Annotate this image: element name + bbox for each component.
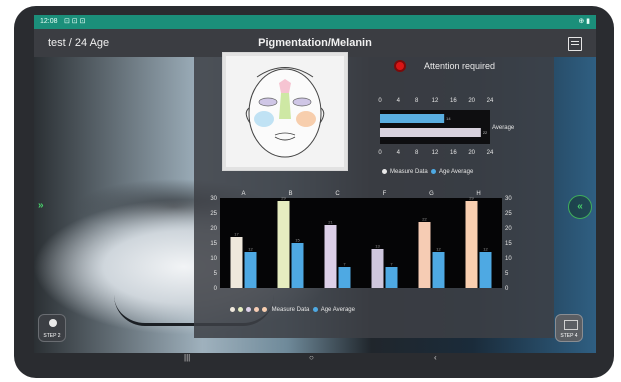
age-average-bar-5 — [479, 252, 492, 288]
summary-tick-bottom-6: 24 — [487, 150, 494, 156]
person-icon — [49, 319, 57, 327]
summary-tick-bottom-5: 20 — [468, 150, 475, 156]
category-label-3: F — [383, 191, 387, 197]
y-tick-right-2: 10 — [505, 256, 512, 262]
summary-side-label: Average — [492, 125, 515, 131]
summary-tick-top-1: 4 — [397, 98, 401, 104]
y-tick-right-3: 15 — [505, 241, 512, 247]
monitor-icon — [564, 320, 578, 330]
measure-value-label-4: 22 — [422, 217, 427, 222]
next-arrow-icon[interactable]: « — [568, 195, 592, 219]
home-icon[interactable]: ○ — [309, 353, 314, 363]
summary-tick-top-4: 16 — [450, 98, 457, 104]
age-average-bar-0 — [244, 252, 257, 288]
y-tick-right-5: 25 — [505, 211, 512, 217]
summary-tick-top-0: 0 — [378, 98, 382, 104]
measure-bar-5 — [465, 201, 478, 288]
summary-tick-bottom-4: 16 — [450, 150, 457, 156]
measure-bar-1 — [277, 201, 290, 288]
attention-indicator-icon — [394, 60, 406, 72]
previous-arrow-icon[interactable]: » — [38, 200, 44, 211]
summary-legend-measure: Measure Data — [390, 169, 428, 175]
summary-bar-1 — [380, 128, 481, 137]
status-system-icons: ⊕ ▮ — [578, 18, 590, 25]
summary-bar-0 — [380, 114, 445, 123]
back-icon[interactable]: ‹ — [434, 353, 437, 363]
status-bar: 12:08 ⊡ ⊡ ⊡ ⊕ ▮ — [34, 15, 596, 29]
category-label-2: C — [335, 191, 340, 197]
summary-tick-top-2: 8 — [415, 98, 419, 104]
measure-legend-swatch — [382, 168, 387, 174]
summary-tick-top-3: 12 — [432, 98, 439, 104]
category-label-1: B — [288, 191, 292, 197]
age-average-bar-3 — [385, 267, 398, 288]
recent-apps-icon[interactable]: ||| — [184, 353, 190, 363]
y-tick-left-6: 30 — [210, 196, 217, 202]
y-tick-left-4: 20 — [210, 226, 217, 232]
chart-legend: Measure Data Age Average — [230, 306, 355, 314]
y-tick-left-2: 10 — [210, 256, 217, 262]
summary-legend: Measure Data Age Average — [382, 168, 473, 176]
face-diagram — [222, 52, 348, 171]
age-value-label-5: 12 — [483, 247, 488, 252]
summary-legend-age: Age Average — [439, 169, 474, 175]
chart-plot-area — [220, 198, 502, 288]
summary-bar-label-1: 22 — [483, 130, 488, 135]
age-average-bar-1 — [291, 243, 304, 288]
age-value-label-1: 15 — [295, 238, 300, 243]
summary-bar-chart: 0 0 4 4 8 8 12 12 16 16 20 20 24 24 14 22 Average — [378, 98, 515, 156]
summary-tick-top-6: 24 — [487, 98, 494, 104]
measure-legend-dots-icon — [230, 306, 270, 313]
summary-tick-bottom-3: 12 — [432, 150, 439, 156]
status-notification-icons: ⊡ ⊡ ⊡ — [64, 18, 86, 25]
legend-age-label: Age Average — [320, 307, 355, 313]
step-back-button[interactable]: STEP 2 — [38, 314, 66, 342]
age-value-label-0: 12 — [248, 247, 253, 252]
y-tick-right-4: 20 — [505, 226, 512, 232]
y-tick-left-0: 0 — [214, 286, 218, 292]
measure-value-label-0: 17 — [234, 232, 239, 237]
face-map-illustration — [245, 67, 325, 158]
measure-bar-0 — [230, 237, 243, 288]
category-label-4: G — [429, 191, 434, 197]
y-tick-left-5: 25 — [210, 211, 217, 217]
summary-tick-bottom-0: 0 — [378, 150, 382, 156]
step-back-label: STEP 2 — [43, 333, 61, 339]
measure-bar-3 — [371, 249, 384, 288]
summary-tick-bottom-1: 4 — [397, 150, 401, 156]
category-label-0: A — [241, 191, 245, 197]
summary-tick-bottom-2: 8 — [415, 150, 419, 156]
step-forward-button[interactable]: STEP 4 — [555, 314, 583, 342]
category-label-5: H — [476, 191, 480, 197]
y-tick-right-1: 5 — [505, 271, 509, 277]
measure-value-label-1: 29 — [281, 196, 286, 201]
measure-bar-4 — [418, 222, 431, 288]
y-tick-right-6: 30 — [505, 196, 512, 202]
summary-bar-label-0: 14 — [446, 116, 451, 121]
legend-measure-label: Measure Data — [271, 307, 310, 313]
age-legend-swatch — [431, 168, 437, 174]
age-average-bar-4 — [432, 252, 445, 288]
y-tick-left-3: 15 — [210, 241, 217, 247]
age-average-bar-2 — [338, 267, 351, 288]
age-value-label-4: 12 — [436, 247, 441, 252]
y-tick-left-1: 5 — [214, 271, 218, 277]
measure-bar-2 — [324, 225, 337, 288]
summary-tick-top-5: 20 — [468, 98, 475, 104]
age-legend-dot-icon — [312, 306, 318, 312]
status-time: 12:08 — [40, 18, 58, 25]
menu-icon[interactable] — [568, 37, 582, 51]
measure-value-label-2: 21 — [328, 220, 333, 225]
android-nav-bar: ||| ○ ‹ — [34, 353, 596, 363]
attention-text: Attention required — [424, 61, 496, 71]
measure-value-label-3: 13 — [375, 244, 380, 249]
y-tick-right-0: 0 — [505, 286, 509, 292]
step-forward-label: STEP 4 — [560, 333, 578, 339]
region-bar-chart: 0 05 510 1015 1520 2025 2530 30A1712B2915C217F1… — [210, 191, 512, 292]
measure-value-label-5: 29 — [469, 196, 474, 201]
